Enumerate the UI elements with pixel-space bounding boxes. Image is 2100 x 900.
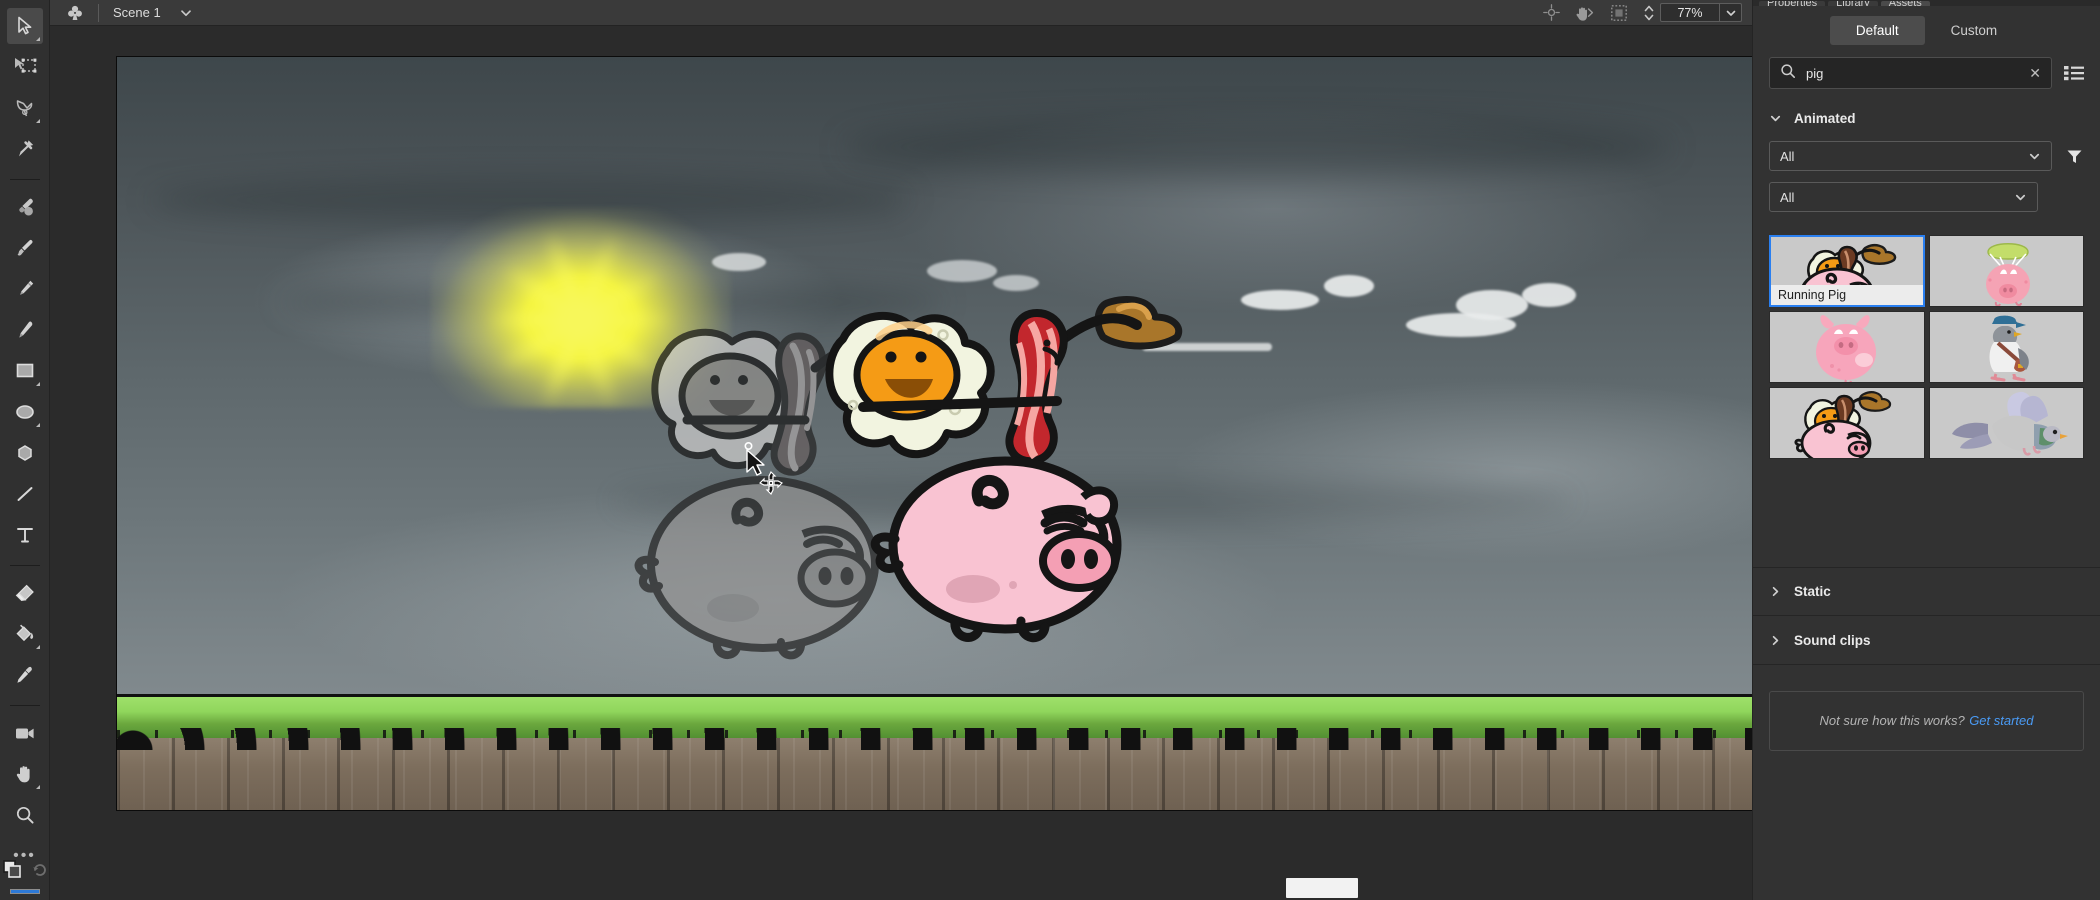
asset-item-label: Running Pig <box>1771 285 1923 305</box>
tools-panel: ••• <box>0 0 50 900</box>
toolbar-footer <box>0 858 50 894</box>
section-animated-label: Animated <box>1794 110 1856 126</box>
text-tool[interactable] <box>7 517 43 553</box>
get-started-link[interactable]: Get started <box>1969 713 2033 728</box>
dirt-edge <box>117 728 1752 750</box>
assets-search-row: pig ✕ <box>1753 57 2100 89</box>
zoom-control[interactable]: 77% <box>1660 3 1742 22</box>
search-input-value[interactable]: pig <box>1806 66 2019 81</box>
help-banner: Not sure how this works? Get started <box>1769 691 2084 751</box>
pencil-tool[interactable] <box>7 271 43 307</box>
section-animated[interactable]: Animated <box>1753 103 2100 133</box>
free-transform-tool[interactable] <box>7 49 43 85</box>
polygon-tool[interactable] <box>7 435 43 471</box>
asset-category-select[interactable]: All <box>1769 182 2038 212</box>
asset-item-pigeon-postman[interactable] <box>1928 311 2084 383</box>
line-tool[interactable] <box>7 476 43 512</box>
asset-category-value: All <box>1780 189 1795 205</box>
stage-controls: 77% <box>1534 0 1752 26</box>
hand-tool[interactable] <box>7 756 43 792</box>
segment-custom[interactable]: Custom <box>1925 16 2024 45</box>
scene-toolbar: Scene 1 77% <box>50 0 1752 26</box>
fill-color-swatch[interactable] <box>10 889 40 894</box>
tool-flyout-indicator <box>35 423 40 427</box>
fit-to-stage-icon[interactable] <box>1602 0 1636 26</box>
zoom-tool[interactable] <box>7 797 43 833</box>
filter-row-category: All <box>1769 182 2084 212</box>
eraser-tool[interactable] <box>7 575 43 611</box>
rotate-hand-icon[interactable] <box>1568 0 1602 26</box>
zoom-stepper[interactable] <box>1642 4 1656 22</box>
center-crosshair-icon[interactable] <box>1534 0 1568 26</box>
search-input[interactable]: pig ✕ <box>1769 57 2052 89</box>
selection-tool[interactable] <box>6 8 43 44</box>
tool-flyout-indicator <box>35 37 40 41</box>
filter-icon[interactable] <box>2066 148 2084 165</box>
section-sound-clips-label: Sound clips <box>1794 632 1871 648</box>
assets-panel: Properties Library Assets Default Custom… <box>1752 0 2100 900</box>
reset-colors-icon[interactable] <box>31 860 49 883</box>
scene-name-label[interactable]: Scene 1 <box>113 5 161 20</box>
asset-item-flying-pig[interactable] <box>1769 311 1925 383</box>
segment-default[interactable]: Default <box>1829 16 1925 45</box>
search-icon <box>1780 63 1796 84</box>
toolbar-divider <box>9 179 40 180</box>
color-controls-row <box>1 858 49 885</box>
brush-tool[interactable] <box>7 189 43 225</box>
list-view-icon[interactable] <box>2064 65 2084 81</box>
paintbrush-tool[interactable] <box>7 230 43 266</box>
chevron-down-icon[interactable] <box>1719 4 1741 21</box>
asset-item-parachuting-pig[interactable] <box>1928 235 2084 307</box>
tool-flyout-indicator <box>35 119 40 123</box>
asset-item-pig-trio[interactable] <box>1769 387 1925 459</box>
cloud <box>1522 282 1577 307</box>
pen-tool[interactable] <box>7 312 43 348</box>
horizontal-scrollbar-thumb[interactable] <box>1286 878 1358 898</box>
oval-tool[interactable] <box>7 394 43 430</box>
paint-bucket-tool[interactable] <box>7 616 43 652</box>
toolbar-divider <box>9 565 40 566</box>
eyedropper-tool[interactable] <box>7 657 43 693</box>
running-pig[interactable] <box>807 287 1207 662</box>
chevron-down-icon <box>2014 191 2027 204</box>
chevron-down-icon[interactable] <box>1769 112 1782 125</box>
filter-row-type: All <box>1769 141 2084 171</box>
chevron-down-icon <box>2028 150 2041 163</box>
asset-item-running-pig[interactable]: Running Pig <box>1769 235 1925 307</box>
camera-tool[interactable] <box>7 715 43 751</box>
lasso-tool[interactable] <box>7 90 43 126</box>
cloud-streak <box>844 117 1671 178</box>
toolbar-divider <box>9 705 40 706</box>
tool-flyout-indicator <box>35 785 40 789</box>
club-icon[interactable] <box>66 4 84 22</box>
stroke-fill-icon[interactable] <box>1 858 23 885</box>
asset-item-flying-pigeon[interactable] <box>1928 387 2084 459</box>
canvas-viewport[interactable] <box>50 26 1752 900</box>
asset-type-value: All <box>1780 148 1795 164</box>
application-window: ••• Scene 1 77% Default Custom pig ✕ Ani… <box>0 0 2100 900</box>
asset-filters: All All <box>1753 133 2100 223</box>
asset-thumbnail-grid: Running Pig <box>1753 223 2100 459</box>
tool-flyout-indicator <box>35 382 40 386</box>
ground-layer <box>117 694 1752 810</box>
tool-flyout-indicator <box>35 645 40 649</box>
rectangle-tool[interactable] <box>7 353 43 389</box>
grid-spacer <box>1753 459 2100 567</box>
section-static-label: Static <box>1794 584 1831 599</box>
chevron-right-icon[interactable] <box>1769 585 1782 598</box>
chevron-down-icon[interactable] <box>179 6 193 20</box>
chevron-right-icon[interactable] <box>1769 634 1782 647</box>
close-icon[interactable]: ✕ <box>2029 66 2041 80</box>
toolbar-divider <box>98 3 99 22</box>
zoom-level-value[interactable]: 77% <box>1661 4 1719 21</box>
section-static[interactable]: Static <box>1753 567 2100 616</box>
assets-source-toggle: Default Custom <box>1753 6 2100 57</box>
asset-type-select[interactable]: All <box>1769 141 2052 171</box>
section-sound-clips[interactable]: Sound clips <box>1753 616 2100 665</box>
bone-tool[interactable] <box>7 131 43 167</box>
stage-canvas[interactable] <box>116 56 1752 811</box>
stage-area: Scene 1 77% <box>50 0 1752 900</box>
cloud <box>712 252 767 271</box>
help-text: Not sure how this works? <box>1819 713 1965 728</box>
